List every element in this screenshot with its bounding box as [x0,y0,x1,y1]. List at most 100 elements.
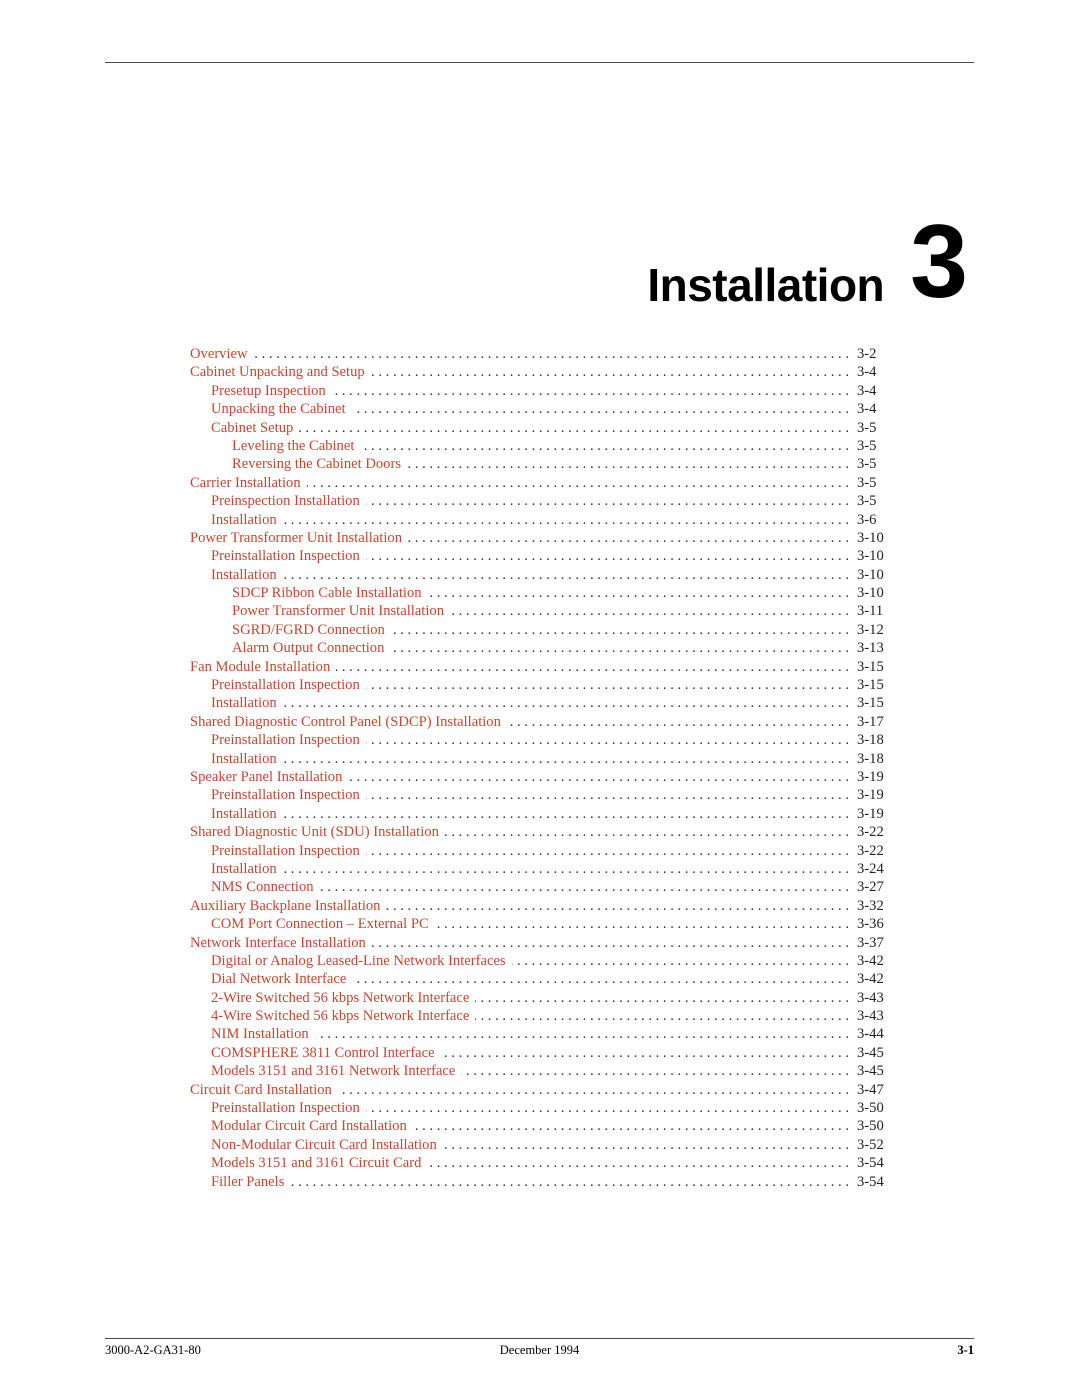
toc-entry-link[interactable]: Models 3151 and 3161 Circuit Card [211,1154,421,1172]
toc-entry[interactable]: COMSPHERE 3811 Control Interface 3-45 [190,1044,887,1062]
dot-leader [408,529,849,547]
chapter-heading: Installation 3 [647,210,968,314]
toc-entry[interactable]: Modular Circuit Card Installation 3-50 [190,1117,887,1135]
toc-entry[interactable]: Leveling the Cabinet 3-5 [190,437,887,455]
toc-entry[interactable]: SGRD/FGRD Connection 3-12 [190,621,887,639]
toc-entry[interactable]: Presetup Inspection 3-4 [190,382,887,400]
toc-entry-link[interactable]: Reversing the Cabinet Doors [232,455,401,473]
toc-entry[interactable]: Installation 3-10 [190,566,887,584]
toc-entry[interactable]: Preinstallation Inspection 3-10 [190,547,887,565]
toc-entry-link[interactable]: Preinstallation Inspection [211,731,360,749]
toc-entry-link[interactable]: Shared Diagnostic Unit (SDU) Installatio… [190,823,439,841]
toc-entry-link[interactable]: Network Interface Installation [190,934,366,952]
toc-entry[interactable]: SDCP Ribbon Cable Installation 3-10 [190,584,887,602]
toc-entry-link[interactable]: Shared Diagnostic Control Panel (SDCP) I… [190,713,501,731]
toc-entry-link[interactable]: 4-Wire Switched 56 kbps Network Interfac… [211,1007,469,1025]
toc-entry-link[interactable]: Installation [211,805,277,823]
toc-entry[interactable]: Auxiliary Backplane Installation 3-32 [190,897,887,915]
toc-entry-link[interactable]: COMSPHERE 3811 Control Interface [211,1044,435,1062]
toc-entry-link[interactable]: Presetup Inspection [211,382,326,400]
toc-entry-link[interactable]: Preinstallation Inspection [211,676,360,694]
toc-entry-link[interactable]: COM Port Connection – External PC [211,915,429,933]
toc-entry[interactable]: Filler Panels 3-54 [190,1173,887,1191]
toc-entry-link[interactable]: Preinstallation Inspection [211,842,360,860]
toc-entry[interactable]: Preinstallation Inspection 3-19 [190,786,887,804]
toc-entry[interactable]: Shared Diagnostic Unit (SDU) Installatio… [190,823,887,841]
toc-entry[interactable]: Installation 3-19 [190,805,887,823]
toc-entry-link[interactable]: Installation [211,694,277,712]
toc-entry-link[interactable]: 2-Wire Switched 56 kbps Network Interfac… [211,989,469,1007]
toc-entry[interactable]: Power Transformer Unit Installation 3-10 [190,529,887,547]
toc-entry[interactable]: NIM Installation 3-44 [190,1025,887,1043]
toc-entry-link[interactable]: Filler Panels [211,1173,284,1191]
toc-entry[interactable]: Carrier Installation 3-5 [190,474,887,492]
toc-entry[interactable]: NMS Connection 3-27 [190,878,887,896]
toc-entry[interactable]: Preinstallation Inspection 3-18 [190,731,887,749]
toc-entry-link[interactable]: Leveling the Cabinet [232,437,354,455]
toc-entry-link[interactable]: Digital or Analog Leased-Line Network In… [211,952,506,970]
toc-entry-link[interactable]: Preinspection Installation [211,492,360,510]
toc-entry[interactable]: Non-Modular Circuit Card Installation 3-5… [190,1136,887,1154]
toc-entry[interactable]: 4-Wire Switched 56 kbps Network Interfac… [190,1007,887,1025]
toc-entry-link[interactable]: Installation [211,860,277,878]
toc-entry-link[interactable]: Preinstallation Inspection [211,786,360,804]
toc-entry[interactable]: Digital or Analog Leased-Line Network In… [190,952,887,970]
toc-entry-link[interactable]: Power Transformer Unit Installation [190,529,402,547]
toc-entry-link[interactable]: Preinstallation Inspection [211,547,360,565]
toc-entry[interactable]: Network Interface Installation 3-37 [190,934,887,952]
toc-entry-link[interactable]: Installation [211,566,277,584]
toc-entry-link[interactable]: Speaker Panel Installation [190,768,342,786]
toc-entry[interactable]: Fan Module Installation 3-15 [190,658,887,676]
toc-entry-link[interactable]: Modular Circuit Card Installation [211,1117,407,1135]
toc-entry[interactable]: Installation 3-15 [190,694,887,712]
toc-entry[interactable]: Cabinet Setup 3-5 [190,419,887,437]
toc-entry[interactable]: Preinspection Installation 3-5 [190,492,887,510]
toc-entry[interactable]: Power Transformer Unit Installation 3-11 [190,602,887,620]
toc-page-number: 3-27 [857,879,884,896]
toc-entry[interactable]: Installation 3-6 [190,511,887,529]
toc-entry-link[interactable]: Dial Network Interface [211,970,346,988]
toc-entry-link[interactable]: Installation [211,511,277,529]
toc-entry[interactable]: 2-Wire Switched 56 kbps Network Interfac… [190,989,887,1007]
toc-entry-link[interactable]: Carrier Installation [190,474,301,492]
toc-entry[interactable]: Installation 3-18 [190,750,887,768]
toc-entry-link[interactable]: Preinstallation Inspection [211,1099,360,1117]
toc-entry-link[interactable]: Installation [211,750,277,768]
toc-page-number: 3-17 [857,713,884,730]
toc-entry-link[interactable]: Models 3151 and 3161 Network Interface [211,1062,455,1080]
toc-entry-link[interactable]: SGRD/FGRD Connection [232,621,385,639]
toc-entry-link[interactable]: NMS Connection [211,878,314,896]
toc-entry[interactable]: Dial Network Interface 3-42 [190,970,887,988]
toc-entry-link[interactable]: Cabinet Setup [211,419,293,437]
toc-entry-link[interactable]: Alarm Output Connection [232,639,384,657]
toc-entry[interactable]: Unpacking the Cabinet 3-4 [190,400,887,418]
toc-entry[interactable]: Preinstallation Inspection 3-22 [190,842,887,860]
toc-entry[interactable]: COM Port Connection – External PC 3-36 [190,915,887,933]
toc-entry-link[interactable]: Cabinet Unpacking and Setup [190,363,365,381]
toc-entry-link[interactable]: SDCP Ribbon Cable Installation [232,584,422,602]
toc-entry[interactable]: Shared Diagnostic Control Panel (SDCP) I… [190,713,887,731]
toc-entry-link[interactable]: Non-Modular Circuit Card Installation [211,1136,437,1154]
table-of-contents: Overview 3-2 Cabinet Unpacking and Setup 3-… [190,345,887,1191]
toc-entry-link[interactable]: Circuit Card Installation [190,1081,332,1099]
toc-entry[interactable]: Preinstallation Inspection 3-15 [190,676,887,694]
dot-leader [428,584,849,602]
toc-entry[interactable]: Installation 3-24 [190,860,887,878]
toc-entry[interactable]: Speaker Panel Installation 3-19 [190,768,887,786]
toc-entry[interactable]: Preinstallation Inspection 3-50 [190,1099,887,1117]
toc-entry[interactable]: Circuit Card Installation 3-47 [190,1081,887,1099]
toc-entry[interactable]: Models 3151 and 3161 Network Interface 3-… [190,1062,887,1080]
dot-leader [475,1007,849,1025]
dot-leader [441,1044,849,1062]
toc-entry[interactable]: Alarm Output Connection 3-13 [190,639,887,657]
toc-entry-link[interactable]: Auxiliary Backplane Installation [190,897,380,915]
toc-entry-link[interactable]: NIM Installation [211,1025,309,1043]
toc-entry[interactable]: Cabinet Unpacking and Setup 3-4 [190,363,887,381]
toc-entry-link[interactable]: Overview [190,345,248,363]
toc-entry-link[interactable]: Power Transformer Unit Installation [232,602,444,620]
toc-entry[interactable]: Models 3151 and 3161 Circuit Card 3-54 [190,1154,887,1172]
toc-entry-link[interactable]: Unpacking the Cabinet [211,400,346,418]
toc-entry[interactable]: Overview 3-2 [190,345,887,363]
toc-entry[interactable]: Reversing the Cabinet Doors 3-5 [190,455,887,473]
toc-entry-link[interactable]: Fan Module Installation [190,658,330,676]
